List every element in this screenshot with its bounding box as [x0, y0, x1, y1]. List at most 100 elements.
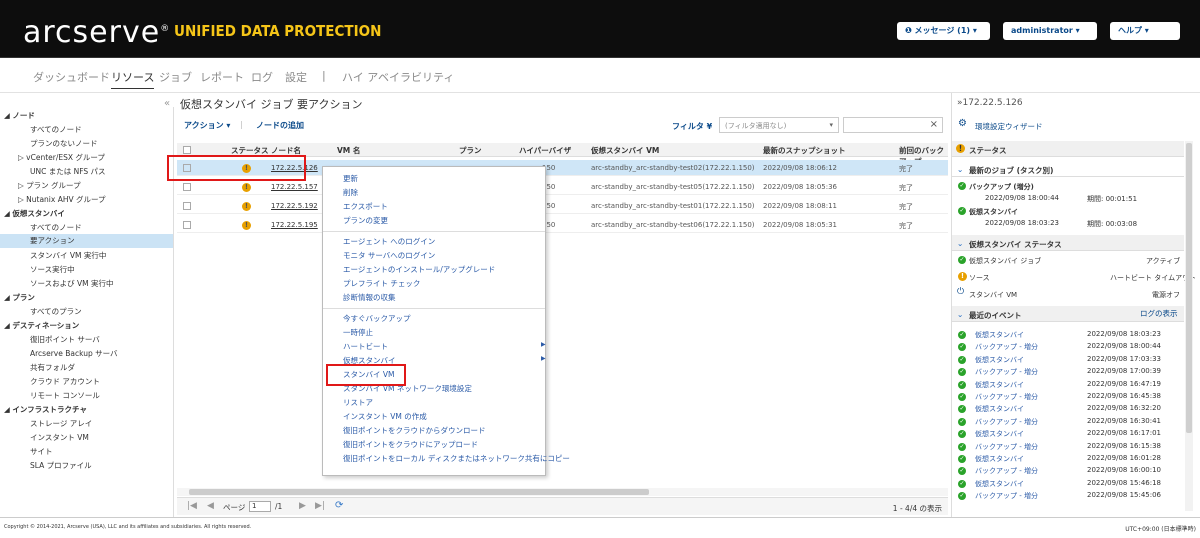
col-hypervisor[interactable]: ハイパーバイザ [519, 145, 571, 156]
status-header[interactable]: ! ステータス [952, 141, 1184, 157]
page-input[interactable]: 1 [249, 501, 271, 512]
menu-login-monitor[interactable]: モニタ サーバへのログイン [343, 250, 435, 261]
tree-arcserve-backup[interactable]: Arcserve Backup サーバ [30, 348, 118, 359]
menu-preflight[interactable]: プレフライト チェック [343, 278, 420, 289]
filter-select[interactable]: (フィルタ適用なし) ▾ [719, 117, 839, 133]
event-name[interactable]: 仮想スタンバイ [975, 380, 1024, 390]
row-checkbox[interactable] [183, 202, 191, 210]
event-name[interactable]: 仮想スタンバイ [975, 404, 1024, 414]
gear-icon[interactable]: ⚙ [958, 118, 967, 129]
col-snapshot[interactable]: 最新のスナップショット [763, 145, 846, 156]
tree-standby-vm-running[interactable]: スタンバイ VM 実行中 [30, 250, 106, 261]
tree-sla-profile[interactable]: SLA プロファイル [30, 460, 92, 471]
menu-upload-cloud[interactable]: 復旧ポイントをクラウドにアップロード [343, 439, 478, 450]
tree-vcenter-group[interactable]: ▷ vCenter/ESX グループ [18, 152, 105, 163]
tree-unc-nfs[interactable]: UNC または NFS パス [30, 166, 106, 177]
menu-login-agent[interactable]: エージェント へのログイン [343, 236, 435, 247]
tree-nodes-without-plan[interactable]: プランのないノード [30, 138, 98, 149]
search-input[interactable]: × [843, 117, 943, 133]
row-checkbox[interactable] [183, 183, 191, 191]
tree-infrastructure[interactable]: ◢ インフラストラクチャ [4, 404, 87, 415]
event-name[interactable]: バックアップ - 増分 [975, 442, 1038, 452]
menu-create-instant-vm[interactable]: インスタント VM の作成 [343, 411, 427, 422]
menu-refresh[interactable]: 更新 [343, 173, 358, 184]
first-page-icon[interactable]: |◀ [187, 501, 197, 511]
scrollbar-thumb[interactable] [1186, 143, 1192, 433]
tab-resources[interactable]: リソース [111, 69, 155, 89]
row-checkbox[interactable] [183, 221, 191, 229]
tree-all-nodes[interactable]: すべてのノード [30, 124, 82, 135]
event-name[interactable]: バックアップ - 増分 [975, 342, 1038, 352]
menu-heartbeat[interactable]: ハートビート [343, 341, 388, 352]
prev-page-icon[interactable]: ◀ [207, 501, 214, 511]
clear-icon[interactable]: × [930, 119, 938, 130]
event-name[interactable]: 仮想スタンバイ [975, 429, 1024, 439]
menu-diagnostics[interactable]: 診断情報の収集 [343, 292, 396, 303]
tree-plans[interactable]: ◢ プラン [4, 292, 35, 303]
event-name[interactable]: バックアップ - 増分 [975, 392, 1038, 402]
col-standby-vm[interactable]: 仮想スタンバイ VM [591, 145, 659, 156]
tree-action-required[interactable]: 要アクション [0, 234, 173, 248]
tab-reports[interactable]: レポート [200, 69, 244, 85]
menu-export[interactable]: エクスポート [343, 201, 388, 212]
tree-instant-vm[interactable]: インスタント VM [30, 432, 89, 443]
latest-job-header[interactable]: ⌄ 最新のジョブ (タスク別) [952, 161, 1184, 177]
node-name[interactable]: 172.22.5.157 [271, 183, 318, 191]
menu-delete[interactable]: 削除 [343, 187, 358, 198]
tree-vs-all-nodes[interactable]: すべてのノード [30, 222, 82, 233]
menu-change-plan[interactable]: プランの変更 [343, 215, 388, 226]
event-name[interactable]: バックアップ - 増分 [975, 417, 1038, 427]
next-page-icon[interactable]: ▶ [299, 501, 306, 511]
node-name[interactable]: 172.22.5.192 [271, 202, 318, 210]
tree-site[interactable]: サイト [30, 446, 53, 457]
view-log-link[interactable]: ログの表示 [1140, 308, 1178, 319]
vertical-scrollbar[interactable] [1185, 141, 1193, 511]
node-name[interactable]: 172.22.5.195 [271, 221, 318, 229]
menu-restore[interactable]: リストア [343, 397, 373, 408]
tab-settings[interactable]: 設定 [285, 69, 307, 85]
action-menu[interactable]: アクション ▾ [184, 120, 230, 131]
messages-button[interactable]: ❶ メッセージ (1) ▾ [897, 22, 990, 40]
menu-backup-now[interactable]: 今すぐバックアップ [343, 313, 411, 324]
tree-nutanix-group[interactable]: ▷ Nutanix AHV グループ [18, 194, 106, 205]
help-button[interactable]: ヘルプ ▾ [1110, 22, 1180, 40]
tab-jobs[interactable]: ジョブ [159, 69, 192, 85]
tab-high-availability[interactable]: ハイ アベイラビリティ [342, 69, 454, 85]
event-name[interactable]: バックアップ - 増分 [975, 466, 1038, 476]
filter-label[interactable]: フィルタ ¥ [672, 121, 712, 132]
scrollbar-thumb[interactable] [189, 489, 649, 495]
horizontal-scrollbar[interactable] [177, 488, 948, 496]
tree-rps[interactable]: 復旧ポイント サーバ [30, 334, 100, 345]
select-all-checkbox[interactable] [183, 146, 191, 154]
event-name[interactable]: バックアップ - 増分 [975, 367, 1038, 377]
tab-dashboard[interactable]: ダッシュボード [33, 69, 110, 85]
tree-nodes[interactable]: ◢ ノード [4, 110, 35, 121]
event-name[interactable]: 仮想スタンバイ [975, 355, 1024, 365]
tree-destinations[interactable]: ◢ デスティネーション [4, 320, 79, 331]
event-name[interactable]: バックアップ - 増分 [975, 491, 1038, 501]
tree-cloud-account[interactable]: クラウド アカウント [30, 376, 100, 387]
menu-pause[interactable]: 一時停止 [343, 327, 373, 338]
add-node-button[interactable]: ノードの追加 [256, 120, 304, 131]
refresh-icon[interactable]: ⟳ [335, 500, 343, 511]
config-wizard-link[interactable]: 環境設定ウィザード [975, 121, 1043, 132]
user-menu-button[interactable]: administrator ▾ [1003, 22, 1097, 40]
tab-logs[interactable]: ログ [251, 69, 273, 85]
event-name[interactable]: 仮想スタンバイ [975, 330, 1024, 340]
col-vm-name[interactable]: VM 名 [337, 145, 360, 156]
tree-all-plans[interactable]: すべてのプラン [30, 306, 82, 317]
col-plan[interactable]: プラン [459, 145, 482, 156]
tree-virtual-standby[interactable]: ◢ 仮想スタンバイ [4, 208, 65, 219]
tree-remote-console[interactable]: リモート コンソール [30, 390, 100, 401]
event-name[interactable]: 仮想スタンバイ [975, 454, 1024, 464]
table-row[interactable]: ! 172.22.5.157 150 arc-standby_arc-stand… [177, 179, 948, 195]
tree-source-vm-running[interactable]: ソースおよび VM 実行中 [30, 278, 114, 289]
table-row[interactable]: ! 172.22.5.192 150 arc-standby_arc-stand… [177, 198, 948, 214]
menu-copy-local[interactable]: 復旧ポイントをローカル ディスクまたはネットワーク共有にコピー [343, 453, 570, 464]
tree-shared-folder[interactable]: 共有フォルダ [30, 362, 75, 373]
tree-plan-group[interactable]: ▷ プラン グループ [18, 180, 81, 191]
menu-install-agent[interactable]: エージェントのインストール/アップグレード [343, 264, 495, 275]
menu-download-cloud[interactable]: 復旧ポイントをクラウドからダウンロード [343, 425, 486, 436]
event-name[interactable]: 仮想スタンバイ [975, 479, 1024, 489]
tree-source-running[interactable]: ソース実行中 [30, 264, 75, 275]
